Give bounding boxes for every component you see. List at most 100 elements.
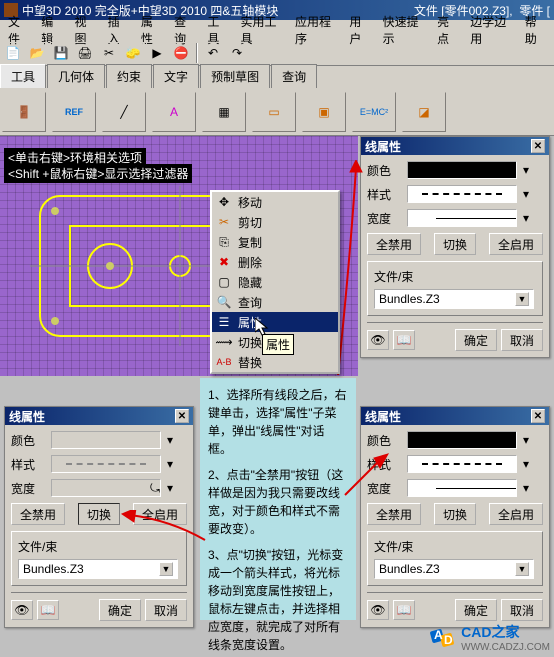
brand-url: WWW.CADZJ.COM xyxy=(461,642,550,653)
ctx-cut[interactable]: ✂剪切 xyxy=(212,212,338,232)
chevron-down-icon[interactable]: ▼ xyxy=(515,292,529,306)
panel-title[interactable]: 线属性✕ xyxy=(5,407,193,425)
dropdown-icon[interactable]: ▾ xyxy=(167,457,173,471)
annot-step-2: 2、点击"全禁用"按钮（这样做是因为我只需要改线宽，对于颜色和样式不需要改变）。 xyxy=(208,466,348,538)
panel-title[interactable]: 线属性✕ xyxy=(361,407,549,425)
annotation-box: 1、选择所有线段之后，右键单击，选择"属性"子菜单，弹出"线属性"对话框。 2、… xyxy=(200,378,356,620)
tab-constraint[interactable]: 约束 xyxy=(106,64,152,88)
width-select[interactable] xyxy=(407,479,517,497)
cancel-button[interactable]: 取消 xyxy=(501,599,543,621)
menu-hl[interactable]: 亮点 xyxy=(431,11,464,49)
cancel-button[interactable]: 取消 xyxy=(501,329,543,351)
box-tool-icon[interactable]: ▭ xyxy=(252,92,296,132)
ab-icon: A-B xyxy=(216,354,232,370)
shape-icon[interactable]: ◪ xyxy=(402,92,446,132)
ctx-replace[interactable]: A-B替换 xyxy=(212,352,338,372)
book-icon[interactable]: 📖 xyxy=(37,600,59,620)
new-icon[interactable]: 📄 xyxy=(2,42,24,64)
cancel-button[interactable]: 取消 xyxy=(145,599,187,621)
ctx-delete[interactable]: ✖删除 xyxy=(212,252,338,272)
chevron-down-icon[interactable]: ▼ xyxy=(159,562,173,576)
run-icon[interactable]: ▶ xyxy=(146,42,168,64)
line-tool-icon[interactable]: ╱ xyxy=(102,92,146,132)
arrow-2 xyxy=(340,450,390,500)
ctx-copy[interactable]: ⎘复制 xyxy=(212,232,338,252)
redo-icon[interactable]: ↷ xyxy=(226,42,248,64)
menu-help[interactable]: 帮助 xyxy=(519,11,552,49)
menu-tip[interactable]: 快速提示 xyxy=(377,11,431,49)
eye-icon[interactable]: 👁 xyxy=(11,600,33,620)
color-swatch-disabled[interactable] xyxy=(51,431,161,449)
tab-geometry[interactable]: 几何体 xyxy=(47,64,105,88)
dropdown-icon[interactable]: ▾ xyxy=(523,187,529,201)
tab-tools[interactable]: 工具 xyxy=(0,64,46,88)
toggle-button[interactable]: 切换 xyxy=(78,503,120,525)
ok-button[interactable]: 确定 xyxy=(99,599,141,621)
color-swatch[interactable] xyxy=(407,161,517,179)
undo-icon[interactable]: ↶ xyxy=(202,42,224,64)
dropdown-icon[interactable]: ▾ xyxy=(167,481,173,495)
text-tool-icon[interactable]: A xyxy=(152,92,196,132)
dropdown-icon[interactable]: ▾ xyxy=(523,163,529,177)
open-icon[interactable]: 📂 xyxy=(26,42,48,64)
eye-icon[interactable]: 👁 xyxy=(367,330,389,350)
ok-button[interactable]: 确定 xyxy=(455,329,497,351)
close-icon[interactable]: ✕ xyxy=(531,409,545,423)
width-select[interactable] xyxy=(407,209,517,227)
ok-button[interactable]: 确定 xyxy=(455,599,497,621)
logo-icon: AD xyxy=(429,624,457,652)
color-swatch[interactable] xyxy=(407,431,517,449)
exit-icon[interactable]: 🚪 xyxy=(2,92,46,132)
cursor-icon xyxy=(255,318,271,338)
style-select[interactable] xyxy=(407,455,517,473)
ctx-hide[interactable]: ▢隐藏 xyxy=(212,272,338,292)
width-label: 宽度 xyxy=(11,480,45,497)
bundle-combo[interactable]: Bundles.Z3▼ xyxy=(374,559,534,579)
chevron-down-icon[interactable]: ▼ xyxy=(515,562,529,576)
formula-icon[interactable]: E=MC² xyxy=(352,92,396,132)
toggle-button[interactable]: 切换 xyxy=(434,503,476,525)
dropdown-icon[interactable]: ▾ xyxy=(167,433,173,447)
dropdown-icon[interactable]: ▾ xyxy=(523,481,529,495)
stop-icon[interactable]: ⛔ xyxy=(170,42,192,64)
close-icon[interactable]: ✕ xyxy=(175,409,189,423)
book-icon[interactable]: 📖 xyxy=(393,330,415,350)
menu-app[interactable]: 应用程序 xyxy=(289,11,343,49)
dropdown-icon[interactable]: ▾ xyxy=(523,457,529,471)
ref-icon[interactable]: REF xyxy=(52,92,96,132)
tab-query[interactable]: 查询 xyxy=(271,64,317,88)
copy-icon: ⎘ xyxy=(216,234,232,250)
dropdown-icon[interactable]: ▾ xyxy=(523,433,529,447)
dropdown-icon[interactable]: ▾ xyxy=(523,211,529,225)
enable-all-button[interactable]: 全启用 xyxy=(489,233,543,255)
style-select-disabled[interactable] xyxy=(51,455,161,473)
bundle-combo[interactable]: Bundles.Z3▼ xyxy=(374,289,534,309)
disable-all-button[interactable]: 全禁用 xyxy=(367,503,421,525)
multibox-icon[interactable]: ▣ xyxy=(302,92,346,132)
disable-all-button[interactable]: 全禁用 xyxy=(11,503,65,525)
tab-sketch[interactable]: 预制草图 xyxy=(200,64,270,88)
cut-icon[interactable]: ✂ xyxy=(98,42,120,64)
book-icon[interactable]: 📖 xyxy=(393,600,415,620)
tab-text[interactable]: 文字 xyxy=(153,64,199,88)
width-select[interactable]: ⤿ xyxy=(51,479,161,497)
menu-learn[interactable]: 边学边用 xyxy=(464,11,518,49)
style-select[interactable] xyxy=(407,185,517,203)
annot-step-1: 1、选择所有线段之后，右键单击，选择"属性"子菜单，弹出"线属性"对话框。 xyxy=(208,386,348,458)
ctx-properties[interactable]: ☰属性 xyxy=(212,312,338,332)
enable-all-button[interactable]: 全启用 xyxy=(489,503,543,525)
panel-title[interactable]: 线属性✕ xyxy=(361,137,549,155)
bundle-combo[interactable]: Bundles.Z3▼ xyxy=(18,559,178,579)
print-icon[interactable]: 🖨 xyxy=(74,42,96,64)
ctx-query[interactable]: 🔍查询 xyxy=(212,292,338,312)
ctx-move[interactable]: ✥移动 xyxy=(212,192,338,212)
eye-icon[interactable]: 👁 xyxy=(367,600,389,620)
arrow-3 xyxy=(120,510,210,550)
erase-icon[interactable]: 🧽 xyxy=(122,42,144,64)
menu-user[interactable]: 用户 xyxy=(343,11,376,49)
save-icon[interactable]: 💾 xyxy=(50,42,72,64)
select-icon[interactable]: ▦ xyxy=(202,92,246,132)
disable-all-button[interactable]: 全禁用 xyxy=(367,233,421,255)
close-icon[interactable]: ✕ xyxy=(531,139,545,153)
toggle-button[interactable]: 切换 xyxy=(434,233,476,255)
